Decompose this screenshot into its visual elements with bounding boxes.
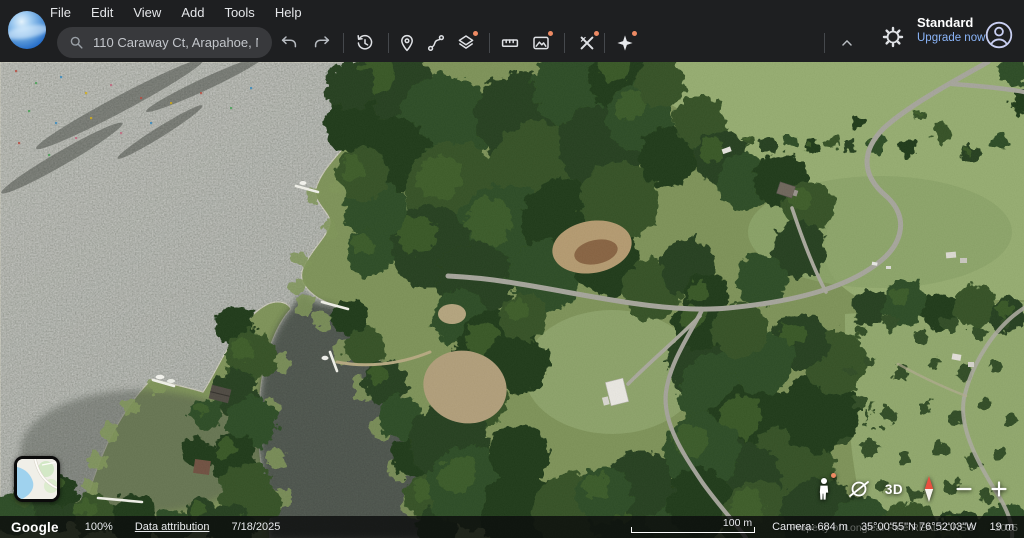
toolbar-separator: [343, 33, 344, 53]
chevron-up-icon: [838, 34, 856, 52]
menu-view[interactable]: View: [123, 5, 171, 20]
search-box[interactable]: [57, 27, 272, 58]
zoom-out-button[interactable]: [951, 474, 977, 504]
3d-toggle-button[interactable]: 3D: [881, 474, 907, 504]
undo-button[interactable]: [274, 28, 304, 58]
new-feature-badge: [632, 31, 637, 36]
map-scale-bar: 100 m: [631, 518, 755, 536]
search-icon: [69, 35, 84, 50]
minimap-preview-icon: [17, 459, 57, 499]
new-feature-badge: [831, 473, 836, 478]
menu-tools[interactable]: Tools: [214, 5, 264, 20]
settings-button[interactable]: [880, 24, 906, 50]
zoom-level-readout: 100%: [85, 521, 113, 533]
account-avatar-button[interactable]: [984, 20, 1014, 50]
new-feature-badge: [473, 31, 478, 36]
redo-icon: [312, 33, 332, 53]
layers-button[interactable]: [451, 28, 481, 58]
collapse-toolbar-button[interactable]: [835, 31, 859, 55]
menu-add[interactable]: Add: [171, 5, 214, 20]
menu-file[interactable]: File: [40, 5, 81, 20]
path-route-icon: [426, 33, 446, 53]
orbit-planet-icon: [847, 477, 871, 501]
redo-button[interactable]: [307, 28, 337, 58]
coordinates-readout: 35°00'55"N 76°52'03"W: [861, 521, 977, 533]
street-view-pegman-button[interactable]: [811, 474, 837, 504]
satellite-map-canvas[interactable]: 3D: [0, 62, 1024, 538]
add-placemark-button[interactable]: [392, 28, 422, 58]
new-feature-badge: [594, 31, 599, 36]
zoom-in-button[interactable]: [986, 474, 1012, 504]
compass-button[interactable]: [916, 474, 942, 504]
historical-imagery-button[interactable]: [350, 28, 380, 58]
historical-imagery-icon: [355, 33, 375, 53]
compass-needle-icon: [920, 474, 938, 504]
camera-altitude-readout: Camera: 684 m: [772, 521, 848, 533]
orbit-toggle-button[interactable]: [846, 474, 872, 504]
sparkle-icon: [615, 33, 635, 53]
gear-icon: [882, 26, 904, 48]
status-bar: Google 100% Data attribution 7/18/2025 1…: [0, 516, 1024, 538]
photo-image-icon: [531, 33, 551, 53]
upgrade-now-link[interactable]: Upgrade now: [917, 32, 985, 45]
menu-help[interactable]: Help: [265, 5, 312, 20]
map-view-controls: 3D: [802, 474, 1012, 504]
photos-button[interactable]: [526, 28, 556, 58]
minus-icon: [955, 480, 973, 498]
menu-bar: File Edit View Add Tools Help: [40, 0, 312, 24]
toolbar-separator: [824, 33, 825, 53]
undo-icon: [279, 33, 299, 53]
top-bar: File Edit View Add Tools Help: [0, 0, 1024, 62]
plan-block: Standard Upgrade now: [917, 16, 985, 45]
google-earth-app: File Edit View Add Tools Help: [0, 0, 1024, 538]
add-path-button[interactable]: [421, 28, 451, 58]
plan-name: Standard: [917, 16, 985, 31]
google-wordmark: Google: [11, 520, 59, 535]
satellite-imagery: [0, 62, 1024, 538]
crossed-tools-icon: [577, 33, 597, 53]
ai-features-button[interactable]: [610, 28, 640, 58]
data-attribution-link[interactable]: Data attribution: [135, 521, 210, 533]
map-style-thumbnail[interactable]: [14, 456, 60, 502]
plus-icon: [990, 480, 1008, 498]
toolbar-separator: [388, 33, 389, 53]
avatar-person-icon: [984, 20, 1014, 50]
menu-edit[interactable]: Edit: [81, 5, 123, 20]
placemark-pin-icon: [397, 33, 417, 53]
elevation-readout: 19 m: [990, 521, 1014, 533]
new-feature-badge: [548, 31, 553, 36]
tools-button[interactable]: [572, 28, 602, 58]
pegman-icon: [815, 477, 833, 501]
status-right-group: 100 m Camera: 684 m 35°00'55"N 76°52'03"…: [631, 518, 1024, 536]
layers-icon: [456, 33, 476, 53]
ruler-icon: [500, 33, 520, 53]
toolbar-separator: [489, 33, 490, 53]
toolbar-separator: [564, 33, 565, 53]
imagery-date: 7/18/2025: [231, 521, 280, 533]
measure-button[interactable]: [495, 28, 525, 58]
scale-bracket: [631, 527, 755, 533]
toolbar-separator: [604, 33, 605, 53]
search-input[interactable]: [93, 35, 258, 50]
